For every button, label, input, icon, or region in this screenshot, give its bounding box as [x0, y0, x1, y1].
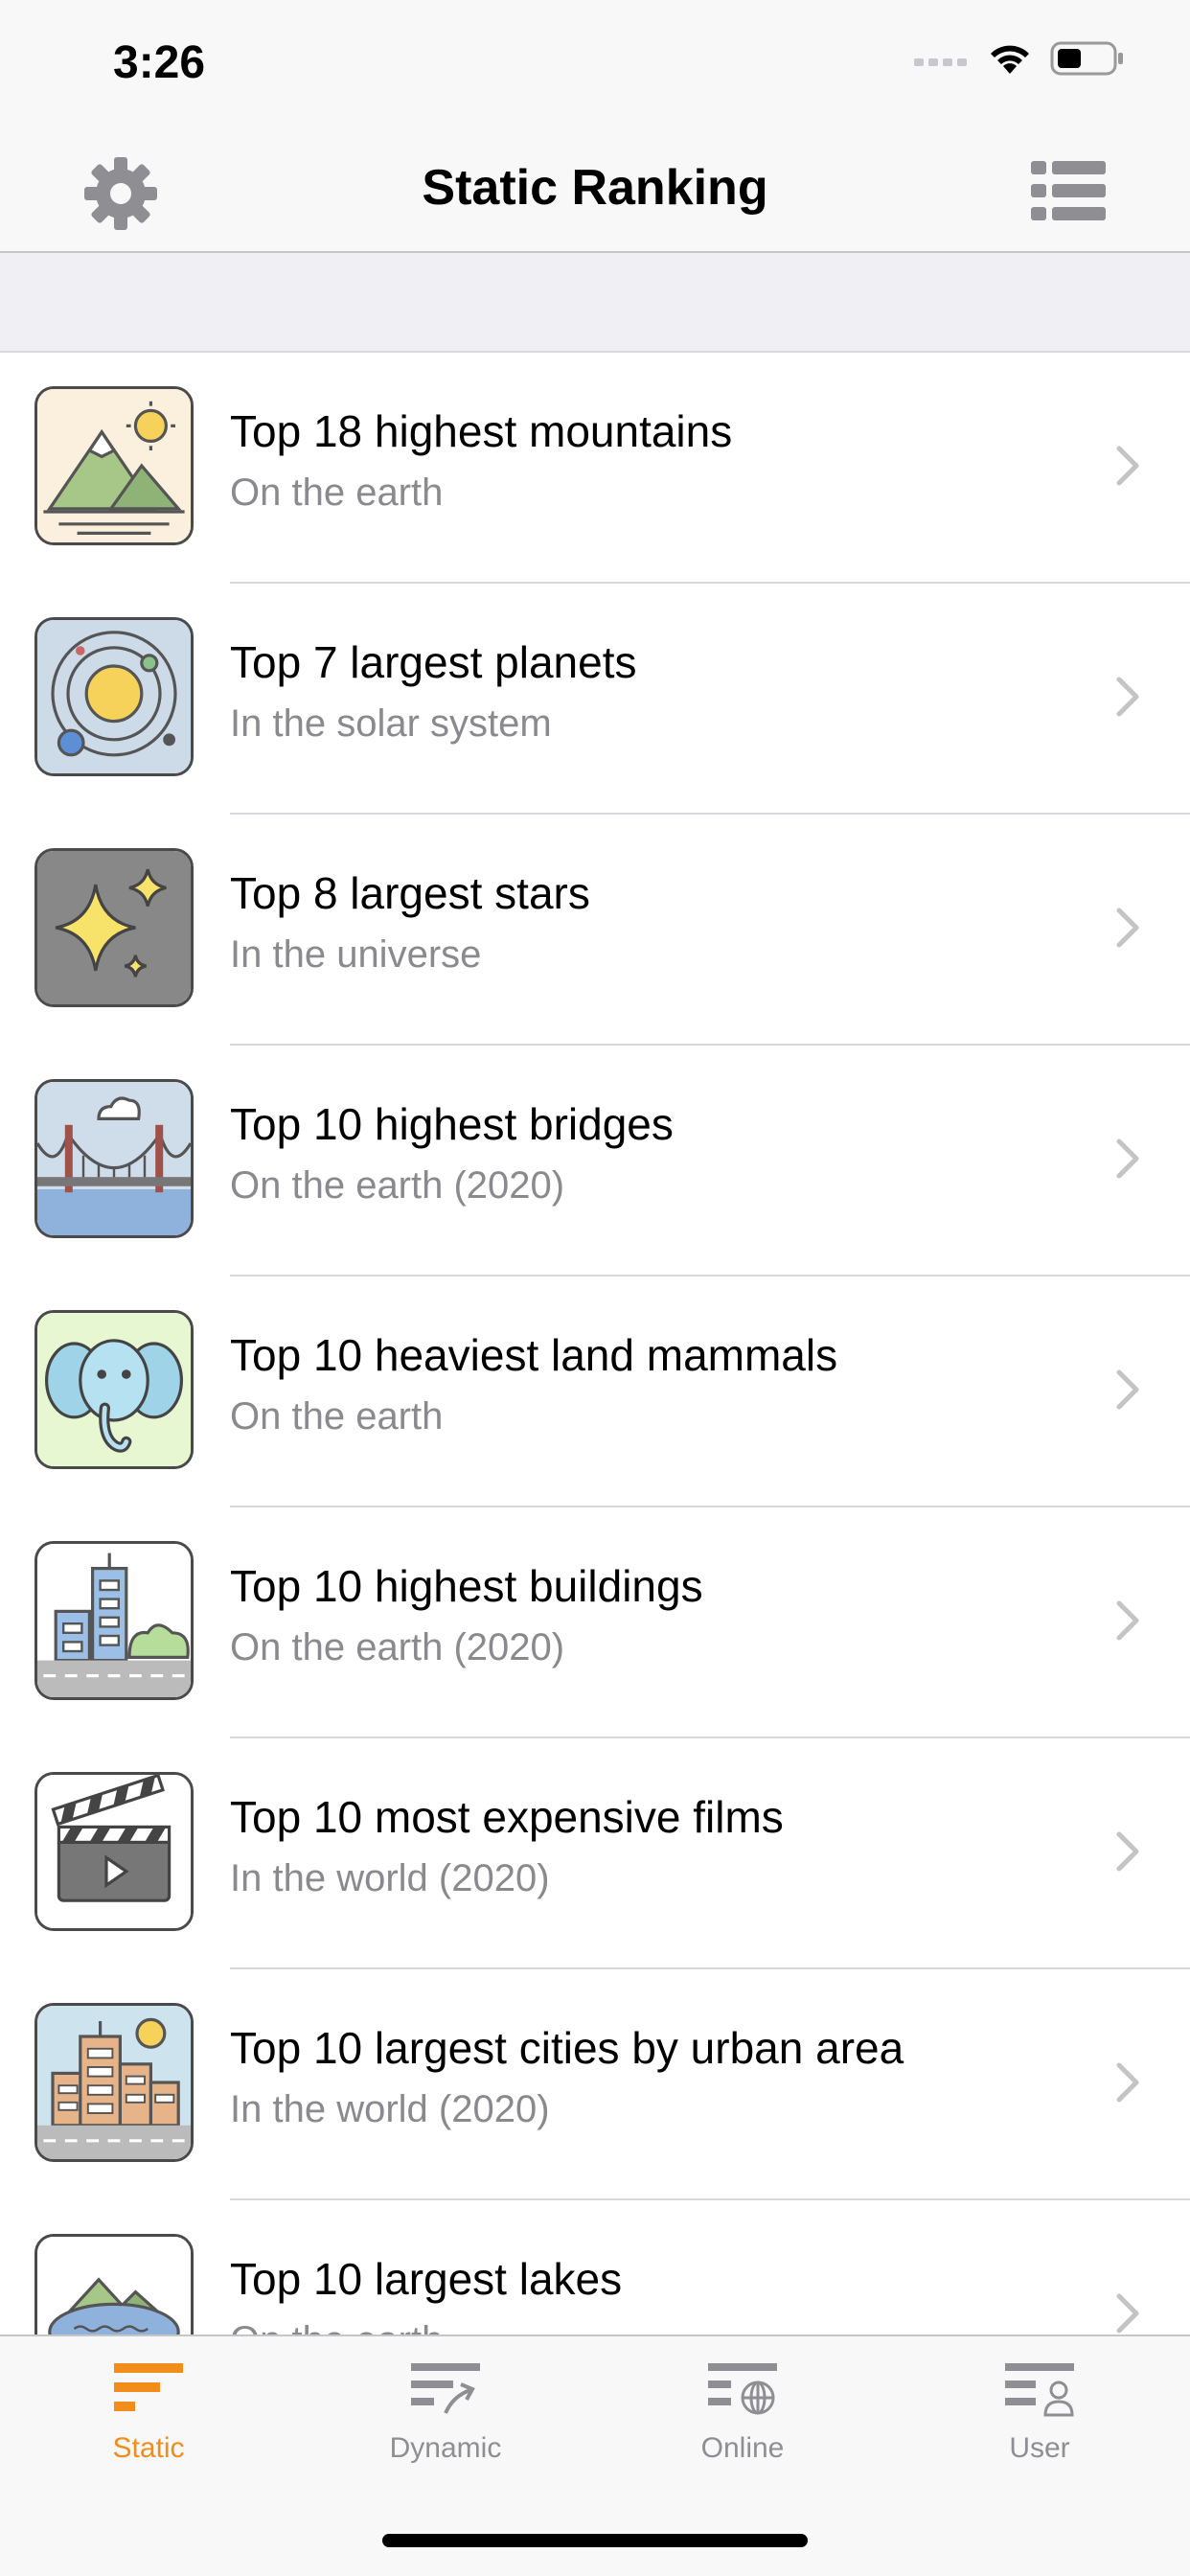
tab-online[interactable]: Online — [594, 2358, 891, 2501]
list-view-button[interactable] — [1031, 159, 1108, 226]
chevron-right-icon — [1116, 1138, 1139, 1179]
static-tab-icon — [114, 2363, 183, 2411]
ranking-list: Top 18 highest mountains On the earth To… — [0, 353, 1190, 2334]
row-subtitle: On the earth — [230, 2319, 443, 2334]
chevron-right-icon — [1116, 1600, 1139, 1641]
clapperboard-icon — [34, 1772, 194, 1931]
lake-icon — [34, 2234, 194, 2334]
chevron-right-icon — [1116, 908, 1139, 948]
row-title: Top 8 largest stars — [230, 868, 590, 918]
status-bar: 3:26 — [0, 0, 1190, 134]
row-subtitle: In the world (2020) — [230, 1857, 550, 1899]
building-icon — [34, 1541, 194, 1700]
row-subtitle: In the world (2020) — [230, 2088, 550, 2130]
page-title: Static Ranking — [422, 160, 768, 216]
row-title: Top 10 most expensive films — [230, 1792, 784, 1842]
list-item[interactable]: Top 10 highest buildings On the earth (2… — [0, 1507, 1190, 1738]
mountain-icon — [34, 386, 194, 545]
row-title: Top 10 highest buildings — [230, 1561, 703, 1611]
tab-user[interactable]: User — [891, 2358, 1188, 2501]
list-item[interactable]: Top 10 heaviest land mammals On the eart… — [0, 1276, 1190, 1507]
chevron-right-icon — [1116, 1369, 1139, 1410]
planet-icon — [34, 617, 194, 776]
tab-label: User — [1009, 2432, 1070, 2464]
row-title: Top 18 highest mountains — [230, 406, 733, 456]
chevron-right-icon — [1116, 677, 1139, 717]
navigation-bar: Static Ranking — [0, 134, 1190, 253]
row-subtitle: On the earth — [230, 1395, 444, 1438]
tab-static[interactable]: Static — [0, 2358, 297, 2501]
user-tab-icon — [1005, 2363, 1074, 2417]
row-subtitle: On the earth (2020) — [230, 1626, 565, 1668]
list-item[interactable]: Top 10 largest cities by urban area In t… — [0, 1969, 1190, 2200]
row-title: Top 10 largest cities by urban area — [230, 2023, 904, 2073]
row-subtitle: In the solar system — [230, 702, 552, 745]
wifi-icon — [991, 45, 1029, 74]
city-icon — [34, 2003, 194, 2162]
row-title: Top 10 highest bridges — [230, 1099, 674, 1149]
chevron-right-icon — [1116, 1831, 1139, 1872]
online-tab-icon — [708, 2363, 777, 2415]
home-indicator — [382, 2534, 808, 2547]
row-title: Top 10 largest lakes — [230, 2254, 623, 2304]
list-item[interactable]: Top 18 highest mountains On the earth — [0, 353, 1190, 584]
tab-label: Static — [112, 2432, 185, 2464]
tab-dynamic[interactable]: Dynamic — [297, 2358, 594, 2501]
list-item[interactable]: Top 10 highest bridges On the earth (202… — [0, 1046, 1190, 1276]
list-icon — [1031, 161, 1106, 220]
star-icon — [34, 848, 194, 1007]
row-title: Top 7 largest planets — [230, 637, 637, 687]
row-subtitle: In the universe — [230, 933, 482, 976]
list-item[interactable]: Top 10 most expensive films In the world… — [0, 1738, 1190, 1969]
chevron-right-icon — [1116, 2062, 1139, 2103]
status-time: 3:26 — [113, 37, 206, 88]
row-subtitle: On the earth — [230, 472, 444, 514]
tab-label: Dynamic — [389, 2432, 502, 2464]
signal-icon — [914, 58, 967, 66]
list-item[interactable]: Top 8 largest stars In the universe — [0, 815, 1190, 1046]
section-header — [0, 253, 1190, 353]
battery-icon — [1050, 41, 1123, 76]
dynamic-tab-icon — [411, 2363, 480, 2414]
list-item[interactable]: Top 10 largest lakes On the earth — [0, 2200, 1190, 2334]
list-item[interactable]: Top 7 largest planets In the solar syste… — [0, 584, 1190, 815]
row-title: Top 10 heaviest land mammals — [230, 1330, 838, 1380]
status-icons — [914, 40, 1125, 77]
chevron-right-icon — [1116, 2293, 1139, 2334]
row-subtitle: On the earth (2020) — [230, 1164, 565, 1207]
chevron-right-icon — [1116, 446, 1139, 486]
bridge-icon — [34, 1079, 194, 1238]
elephant-icon — [34, 1310, 194, 1469]
tab-label: Online — [700, 2432, 785, 2464]
